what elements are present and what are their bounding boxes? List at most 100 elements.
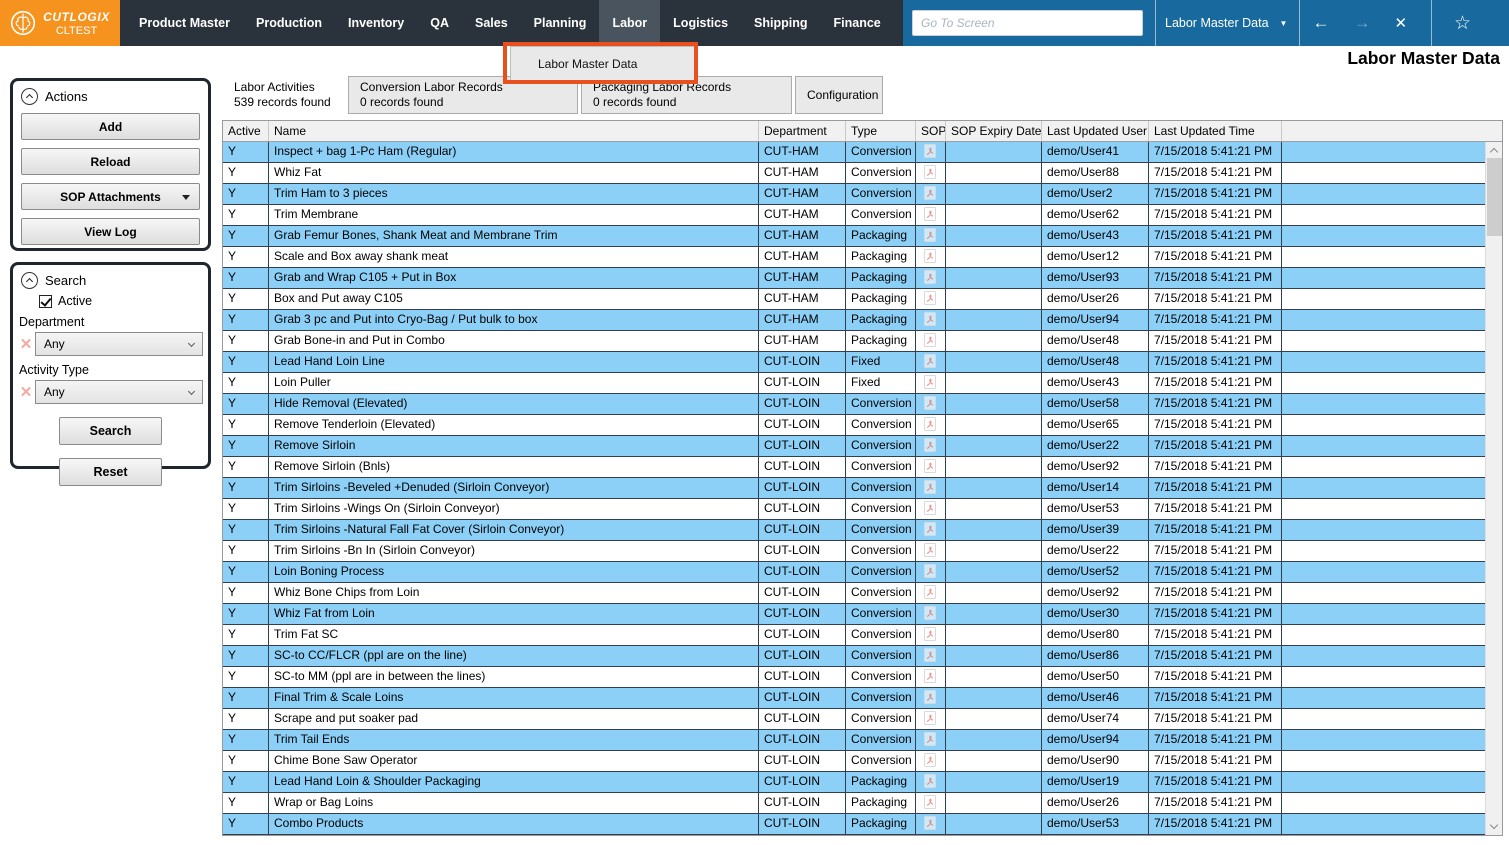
table-row[interactable]: YRemove Tenderloin (Elevated)CUT-LOINCon… [223,415,1485,436]
table-row[interactable]: YGrab and Wrap C105 + Put in BoxCUT-HAMP… [223,268,1485,289]
forward-arrow-button[interactable]: → [1341,13,1382,33]
table-row[interactable]: YTrim Tail EndsCUT-LOINConversiondemo/Us… [223,730,1485,751]
cell-sop[interactable] [916,709,946,729]
column-header-active[interactable]: Active [223,121,269,141]
table-row[interactable]: YGrab Femur Bones, Shank Meat and Membra… [223,226,1485,247]
cell-sop[interactable] [916,751,946,771]
nav-item-qa[interactable]: QA [417,0,462,46]
scrollbar-thumb[interactable] [1487,158,1502,236]
cell-sop[interactable] [916,667,946,687]
cell-sop[interactable] [916,247,946,267]
table-row[interactable]: YTrim Sirloins -Wings On (Sirloin Convey… [223,499,1485,520]
cell-sop[interactable] [916,268,946,288]
column-header-sop-expiry-date[interactable]: SOP Expiry Date [946,121,1042,141]
cell-sop[interactable] [916,646,946,666]
clear-activity-type-icon[interactable]: ✕ [17,383,35,401]
table-row[interactable]: YLoin Boning ProcessCUT-LOINConversionde… [223,562,1485,583]
collapse-search-icon[interactable] [21,272,38,289]
cell-sop[interactable] [916,814,946,834]
cell-sop[interactable] [916,289,946,309]
table-row[interactable]: YScrape and put soaker padCUT-LOINConver… [223,709,1485,730]
add-button[interactable]: Add [21,113,200,140]
column-header-sop[interactable]: SOP [916,121,946,141]
view-log-button[interactable]: View Log [21,218,200,245]
cell-sop[interactable] [916,625,946,645]
cell-sop[interactable] [916,688,946,708]
table-row[interactable]: YSC-to MM (ppl are in between the lines)… [223,667,1485,688]
nav-item-planning[interactable]: Planning [521,0,600,46]
goto-screen-input[interactable] [912,10,1143,36]
table-row[interactable]: YLoin PullerCUT-LOINFixeddemo/User437/15… [223,373,1485,394]
table-row[interactable]: YBox and Put away C105CUT-HAMPackagingde… [223,289,1485,310]
table-row[interactable]: YTrim Fat SCCUT-LOINConversiondemo/User8… [223,625,1485,646]
table-row[interactable]: YWhiz Fat from LoinCUT-LOINConversiondem… [223,604,1485,625]
cell-sop[interactable] [916,310,946,330]
table-row[interactable]: YGrab 3 pc and Put into Cryo-Bag / Put b… [223,310,1485,331]
favorite-star-icon[interactable]: ☆ [1454,12,1471,35]
table-row[interactable]: YTrim Ham to 3 piecesCUT-HAMConversionde… [223,184,1485,205]
active-checkbox[interactable] [39,295,52,308]
cell-sop[interactable] [916,730,946,750]
cell-sop[interactable] [916,373,946,393]
cell-sop[interactable] [916,226,946,246]
nav-item-inventory[interactable]: Inventory [335,0,417,46]
table-row[interactable]: YInspect + bag 1-Pc Ham (Regular)CUT-HAM… [223,142,1485,163]
cell-sop[interactable] [916,562,946,582]
close-screen-button[interactable]: ✕ [1382,14,1419,32]
table-row[interactable]: YLead Hand Loin LineCUT-LOINFixeddemo/Us… [223,352,1485,373]
table-row[interactable]: YRemove Sirloin (Bnls)CUT-LOINConversion… [223,457,1485,478]
table-row[interactable]: YSC-to CC/FLCR (ppl are on the line)CUT-… [223,646,1485,667]
sop-attachments-dropdown-button[interactable]: SOP Attachments [21,183,200,210]
cell-sop[interactable] [916,793,946,813]
cell-sop[interactable] [916,499,946,519]
nav-item-finance[interactable]: Finance [821,0,894,46]
tab-labor-activities[interactable]: Labor Activities539 records found [222,76,345,114]
column-header-name[interactable]: Name [269,121,759,141]
tab-configuration[interactable]: Configuration [795,76,883,114]
table-row[interactable]: YTrim Sirloins -Beveled +Denuded (Sirloi… [223,478,1485,499]
back-arrow-button[interactable]: ← [1300,13,1341,33]
cell-sop[interactable] [916,520,946,540]
scroll-down-icon[interactable] [1490,821,1498,829]
cell-sop[interactable] [916,142,946,162]
cell-sop[interactable] [916,352,946,372]
cell-sop[interactable] [916,436,946,456]
activity-type-select[interactable]: Any [35,380,203,404]
cell-sop[interactable] [916,394,946,414]
reload-button[interactable]: Reload [21,148,200,175]
cell-sop[interactable] [916,583,946,603]
nav-item-product-master[interactable]: Product Master [126,0,243,46]
column-header-type[interactable]: Type [846,121,916,141]
cell-sop[interactable] [916,772,946,792]
nav-item-labor[interactable]: Labor [599,0,660,46]
screen-selector-dropdown[interactable]: Labor Master Data ▼ [1165,16,1287,30]
clear-department-icon[interactable]: ✕ [17,335,35,353]
table-row[interactable]: YWhiz Bone Chips from LoinCUT-LOINConver… [223,583,1485,604]
nav-item-production[interactable]: Production [243,0,335,46]
collapse-actions-icon[interactable] [21,88,38,105]
table-row[interactable]: YChime Bone Saw OperatorCUT-LOINConversi… [223,751,1485,772]
column-header-department[interactable]: Department [759,121,846,141]
cell-sop[interactable] [916,331,946,351]
cell-sop[interactable] [916,541,946,561]
vertical-scrollbar[interactable] [1485,142,1502,835]
nav-item-logistics[interactable]: Logistics [660,0,741,46]
column-header-last-updated-user[interactable]: Last Updated User [1042,121,1149,141]
table-row[interactable]: YFinal Trim & Scale LoinsCUT-LOINConvers… [223,688,1485,709]
nav-item-shipping[interactable]: Shipping [741,0,820,46]
table-row[interactable]: YHide Removal (Elevated)CUT-LOINConversi… [223,394,1485,415]
department-select[interactable]: Any [35,332,203,356]
cell-sop[interactable] [916,478,946,498]
app-logo[interactable]: CUTLOGIX CLTEST [0,0,120,46]
table-row[interactable]: YTrim Sirloins -Natural Fall Fat Cover (… [223,520,1485,541]
column-header-last-updated-time[interactable]: Last Updated Time [1149,121,1282,141]
table-row[interactable]: YRemove SirloinCUT-LOINConversiondemo/Us… [223,436,1485,457]
table-row[interactable]: YWrap or Bag LoinsCUT-LOINPackagingdemo/… [223,793,1485,814]
cell-sop[interactable] [916,184,946,204]
table-row[interactable]: YGrab Bone-in and Put in ComboCUT-HAMPac… [223,331,1485,352]
table-row[interactable]: YWhiz FatCUT-HAMConversiondemo/User887/1… [223,163,1485,184]
nav-item-sales[interactable]: Sales [462,0,521,46]
cell-sop[interactable] [916,205,946,225]
reset-button[interactable]: Reset [59,458,162,486]
cell-sop[interactable] [916,415,946,435]
